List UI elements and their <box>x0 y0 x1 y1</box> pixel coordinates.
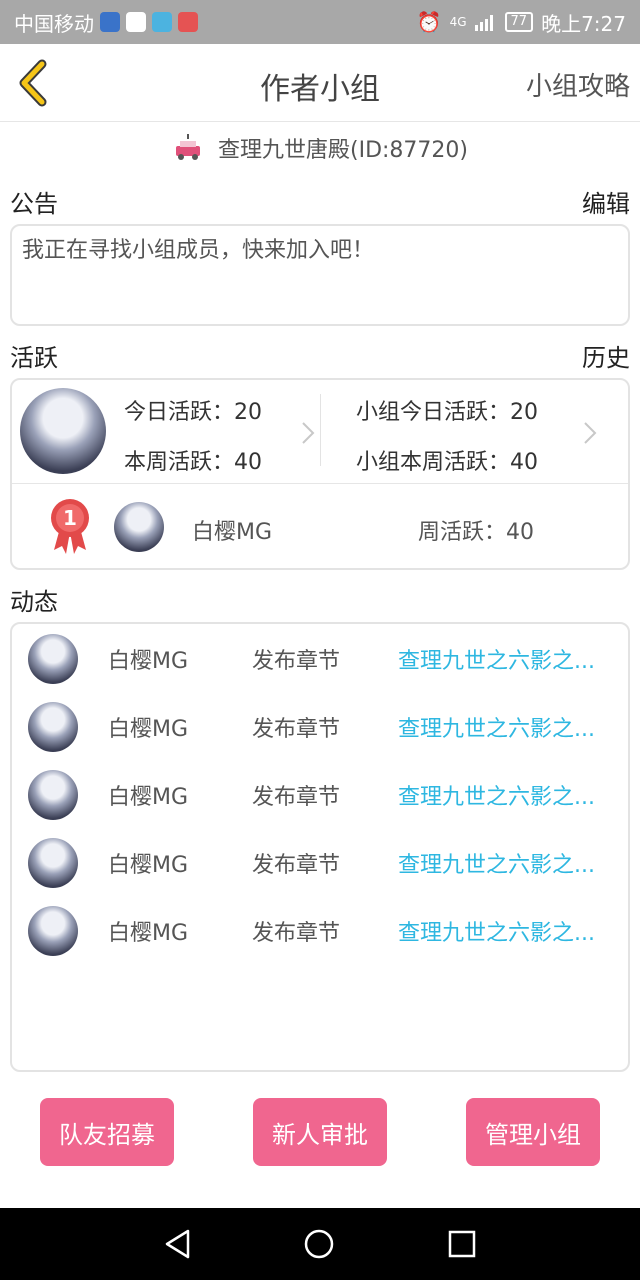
avatar <box>28 702 78 752</box>
feed-action: 发布章节 <box>252 921 341 946</box>
feed-action: 发布章节 <box>252 649 341 674</box>
notice-edit-button[interactable]: 编辑 <box>582 184 630 219</box>
notice-title: 公告 <box>10 190 58 218</box>
battery-level: 77 <box>504 12 534 32</box>
carrier-label: 中国移动 <box>14 11 94 36</box>
notice-header: 公告 编辑 <box>10 184 630 219</box>
home-circle-icon[interactable] <box>303 1228 335 1260</box>
status-time: 晚上7:27 <box>541 11 626 36</box>
top-member-name: 白樱MG <box>192 520 273 545</box>
avatar <box>28 906 78 956</box>
feed-user: 白樱MG <box>108 717 189 742</box>
feed-item[interactable]: 白樱MG 发布章节 查理九世之六影之... <box>26 904 616 958</box>
my-today-activity: 今日活跃：20 <box>124 400 262 425</box>
divider <box>320 394 321 466</box>
back-triangle-icon[interactable] <box>162 1228 194 1260</box>
rank-number: 1 <box>63 506 77 530</box>
feed-item[interactable]: 白樱MG 发布章节 查理九世之六影之... <box>26 768 616 822</box>
signal-icon <box>474 15 493 31</box>
top-member-row[interactable]: 1 白樱MG 周活跃：40 <box>12 484 628 570</box>
feed-box: 白樱MG 发布章节 查理九世之六影之... 白樱MG 发布章节 查理九世之六影之… <box>10 622 630 1072</box>
group-guide-link[interactable]: 小组攻略 <box>526 66 630 103</box>
activity-box: 今日活跃：20 本周活跃：40 小组今日活跃：20 小组本周活跃：40 1 白樱… <box>10 378 630 570</box>
avatar <box>28 770 78 820</box>
app-notification-icon <box>126 12 146 32</box>
feed-item[interactable]: 白樱MG 发布章节 查理九世之六影之... <box>26 632 616 686</box>
top-navbar: 作者小组 小组攻略 <box>0 44 640 122</box>
approve-button[interactable]: 新人审批 <box>253 1098 387 1166</box>
feed-chapter-link[interactable]: 查理九世之六影之... <box>398 711 616 743</box>
avatar <box>28 634 78 684</box>
activity-header: 活跃 历史 <box>10 338 630 373</box>
network-label: 4G <box>449 15 467 29</box>
app-notification-icon <box>178 12 198 32</box>
my-week-activity: 本周活跃：40 <box>124 450 262 475</box>
feed-action: 发布章节 <box>252 853 341 878</box>
feed-action: 发布章节 <box>252 717 341 742</box>
top-member-week-activity: 周活跃：40 <box>418 520 534 545</box>
manage-group-button[interactable]: 管理小组 <box>466 1098 600 1166</box>
feed-action: 发布章节 <box>252 785 341 810</box>
feed-chapter-link[interactable]: 查理九世之六影之... <box>398 915 616 947</box>
chevron-right-icon[interactable] <box>582 420 598 446</box>
alarm-icon: ⏰ <box>416 10 442 34</box>
activity-history-button[interactable]: 历史 <box>582 338 630 373</box>
avatar <box>28 838 78 888</box>
activity-title: 活跃 <box>10 344 58 372</box>
avatar <box>20 388 106 474</box>
app-notification-icon <box>152 12 172 32</box>
group-week-activity: 小组本周活跃：40 <box>356 450 538 475</box>
author-info: 查理九世唐殿(ID:87720) <box>0 128 640 168</box>
author-name: 查理九世唐殿(ID:87720) <box>218 138 468 163</box>
author-badge-icon <box>176 134 200 160</box>
status-bar: 中国移动 ⏰ 4G 77 晚上7:27 <box>0 0 640 44</box>
recents-square-icon[interactable] <box>446 1228 478 1260</box>
feed-item[interactable]: 白樱MG 发布章节 查理九世之六影之... <box>26 700 616 754</box>
feed-title: 动态 <box>10 588 58 616</box>
recruit-button[interactable]: 队友招募 <box>40 1098 174 1166</box>
notice-box[interactable]: 我正在寻找小组成员，快来加入吧！ <box>10 224 630 326</box>
feed-user: 白樱MG <box>108 649 189 674</box>
feed-chapter-link[interactable]: 查理九世之六影之... <box>398 643 616 675</box>
chevron-right-icon[interactable] <box>300 420 316 446</box>
app-notification-icon <box>100 12 120 32</box>
feed-user: 白樱MG <box>108 921 189 946</box>
feed-item[interactable]: 白樱MG 发布章节 查理九世之六影之... <box>26 836 616 890</box>
feed-chapter-link[interactable]: 查理九世之六影之... <box>398 779 616 811</box>
avatar <box>114 502 164 552</box>
feed-chapter-link[interactable]: 查理九世之六影之... <box>398 847 616 879</box>
activity-summary: 今日活跃：20 本周活跃：40 小组今日活跃：20 小组本周活跃：40 <box>12 380 628 484</box>
feed-user: 白樱MG <box>108 785 189 810</box>
notice-text: 我正在寻找小组成员，快来加入吧！ <box>22 238 375 263</box>
group-today-activity: 小组今日活跃：20 <box>356 400 538 425</box>
feed-user: 白樱MG <box>108 853 189 878</box>
system-nav-bar <box>0 1208 640 1280</box>
feed-header: 动态 <box>10 582 630 617</box>
